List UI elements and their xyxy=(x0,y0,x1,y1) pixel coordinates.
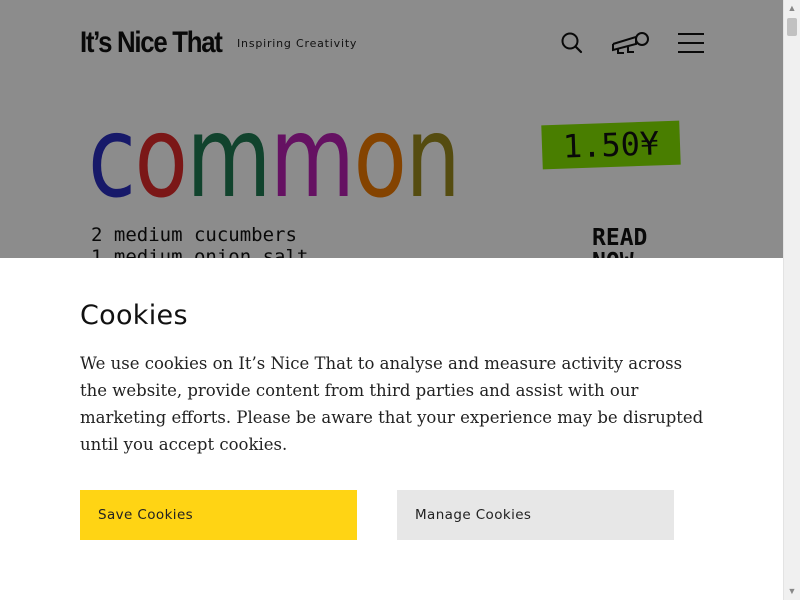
page: It’s Nice That Inspiring Creativity comm… xyxy=(0,0,783,600)
save-cookies-button[interactable]: Save Cookies xyxy=(80,490,357,540)
vertical-scrollbar[interactable]: ▲ ▼ xyxy=(783,0,800,600)
scrollbar-thumb[interactable] xyxy=(787,18,797,36)
cookie-banner: Cookies We use cookies on It’s Nice That… xyxy=(0,258,783,600)
scroll-up-arrow-icon[interactable]: ▲ xyxy=(784,0,800,17)
cookie-description: We use cookies on It’s Nice That to anal… xyxy=(80,354,704,454)
cookie-title: Cookies xyxy=(80,300,188,331)
scroll-down-arrow-icon[interactable]: ▼ xyxy=(784,583,800,600)
manage-cookies-button[interactable]: Manage Cookies xyxy=(397,490,674,540)
